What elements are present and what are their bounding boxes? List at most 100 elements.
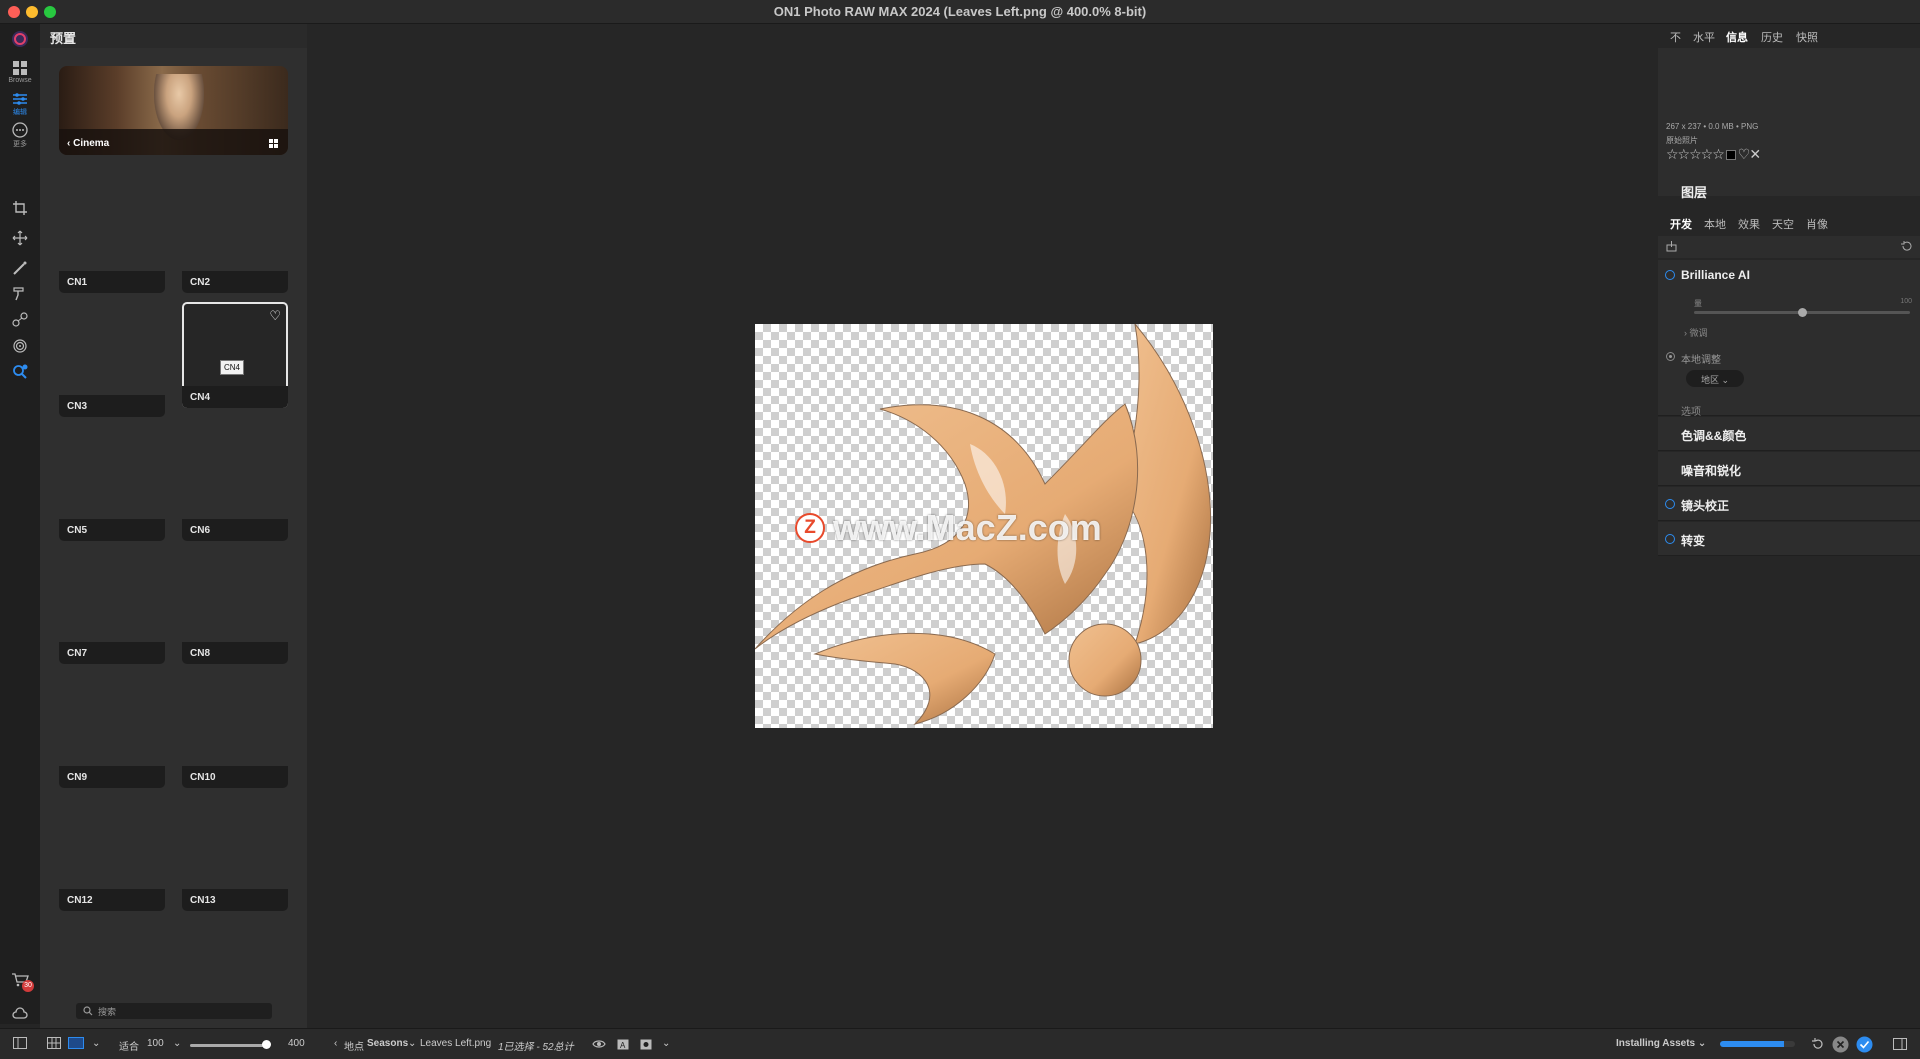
apply-icon[interactable]: [1856, 1036, 1873, 1053]
text-overlay-icon[interactable]: A: [617, 1039, 629, 1050]
local-adjust-radio[interactable]: [1666, 352, 1675, 361]
presets-panel-title: 预置: [50, 31, 77, 46]
preset-thumb[interactable]: CN1: [59, 195, 165, 293]
retouch-tool-button[interactable]: [4, 312, 36, 328]
edit-label: 编辑: [13, 109, 27, 116]
tab-levels[interactable]: 水平: [1693, 29, 1715, 45]
add-preset-icon[interactable]: [1666, 241, 1677, 252]
brilliance-ai-title[interactable]: Brilliance AI: [1681, 268, 1750, 282]
tool-rail: Browse 编辑 更多 30: [0, 24, 40, 1024]
zoom-slider[interactable]: [190, 1044, 270, 1047]
noise-sharpen-module[interactable]: 噪音和锐化: [1658, 452, 1920, 486]
tab-portrait[interactable]: 肖像: [1806, 216, 1828, 232]
tab-effects[interactable]: 效果: [1738, 216, 1760, 232]
preset-thumb[interactable]: CN9: [59, 690, 165, 788]
portrait-tool-button[interactable]: [4, 338, 36, 354]
zoom-tool-button[interactable]: [4, 364, 36, 380]
color-label-swatch[interactable]: [1725, 150, 1736, 161]
options-label[interactable]: 选项: [1681, 403, 1701, 418]
transform-tool-button[interactable]: [4, 230, 36, 246]
fit-value[interactable]: 100: [147, 1038, 164, 1049]
favorite-heart-icon[interactable]: ♡: [269, 308, 281, 324]
toggle-right-panel-icon[interactable]: [1893, 1038, 1907, 1050]
mask-view-icon[interactable]: [640, 1039, 652, 1050]
grid-view-icon[interactable]: [47, 1037, 61, 1049]
tab-info[interactable]: 信息: [1726, 29, 1748, 45]
single-view-icon[interactable]: [68, 1037, 84, 1049]
move-icon: [12, 230, 28, 246]
module-toggle-icon[interactable]: [1665, 270, 1675, 280]
category-back-button[interactable]: ‹ Cinema: [67, 138, 109, 149]
account-button[interactable]: [4, 1006, 36, 1022]
edit-module-button[interactable]: 编辑: [4, 92, 36, 117]
lens-correction-title[interactable]: 镜头校正: [1681, 497, 1729, 514]
tab-sky[interactable]: 天空: [1772, 216, 1794, 232]
layers-title[interactable]: 图层: [1681, 182, 1707, 201]
tab-navigator[interactable]: 不: [1670, 29, 1681, 45]
install-progress-fill: [1720, 1041, 1784, 1047]
preset-thumb[interactable]: CN6: [182, 443, 288, 541]
region-dropdown[interactable]: 地区 ⌄: [1686, 370, 1744, 387]
tab-history[interactable]: 历史: [1761, 29, 1783, 45]
status-bar: ⌄ 适合 100 ⌄ 400 ‹ 地点 Seasons ⌄ Leaves Lef…: [0, 1028, 1920, 1059]
preset-thumb[interactable]: CN2: [182, 195, 288, 293]
cancel-icon[interactable]: [1832, 1036, 1849, 1053]
brush-tool-button[interactable]: [4, 260, 36, 276]
grid-view-icon[interactable]: [269, 139, 278, 148]
browse-module-button[interactable]: Browse: [4, 60, 36, 84]
eye-icon[interactable]: [592, 1039, 606, 1049]
preset-thumb[interactable]: CN5: [59, 443, 165, 541]
tab-local[interactable]: 本地: [1704, 216, 1726, 232]
preset-thumb[interactable]: CN12: [59, 813, 165, 911]
info-panel: 267 x 237 • 0.0 MB • PNG 原始照片 ☆☆☆☆☆ ♡✕: [1658, 48, 1920, 196]
preview-dropdown-icon[interactable]: ⌄: [662, 1038, 670, 1049]
preset-label: CN12: [59, 889, 165, 911]
preset-thumb-selected[interactable]: ♡ CN4 CN4: [182, 302, 288, 408]
fit-dropdown-icon[interactable]: ⌄: [173, 1038, 181, 1049]
install-progress-bar: [1720, 1041, 1795, 1047]
module-toggle-icon[interactable]: [1665, 534, 1675, 544]
preset-label: CN4: [182, 386, 288, 408]
crop-tool-button[interactable]: [4, 200, 36, 216]
magnifier-icon: [13, 364, 28, 379]
amount-slider-thumb[interactable]: [1798, 308, 1807, 317]
back-icon[interactable]: ‹: [334, 1038, 337, 1049]
transform-title[interactable]: 转变: [1681, 532, 1705, 549]
heart-reject-icons[interactable]: ♡✕: [1738, 146, 1761, 162]
search-placeholder: 搜索: [98, 1007, 117, 1017]
preset-thumb[interactable]: CN13: [182, 813, 288, 911]
noise-sharpen-title[interactable]: 噪音和锐化: [1681, 462, 1741, 479]
cart-button[interactable]: 30: [4, 972, 36, 992]
star-rating-icons[interactable]: ☆☆☆☆☆: [1666, 146, 1725, 162]
zoom-value[interactable]: 400: [288, 1038, 305, 1049]
toggle-left-panel-icon[interactable]: [13, 1037, 27, 1049]
zoom-slider-thumb[interactable]: [262, 1040, 271, 1049]
fit-label[interactable]: 适合: [119, 1038, 139, 1053]
preset-thumb[interactable]: CN8: [182, 566, 288, 664]
view-mode-dropdown-icon[interactable]: ⌄: [92, 1038, 100, 1049]
folder-name[interactable]: Seasons: [367, 1038, 408, 1049]
category-cover[interactable]: ‹ Cinema: [59, 66, 288, 155]
lens-correction-module[interactable]: 镜头校正: [1658, 487, 1920, 521]
tone-color-title[interactable]: 色调&&颜色: [1681, 427, 1746, 444]
preset-thumb[interactable]: CN10: [182, 690, 288, 788]
preset-thumb[interactable]: CN7: [59, 566, 165, 664]
installing-assets-dropdown[interactable]: Installing Assets ⌄: [1616, 1038, 1706, 1049]
amount-slider[interactable]: [1694, 308, 1910, 317]
tab-snapshots[interactable]: 快照: [1796, 29, 1818, 45]
folder-dropdown-icon[interactable]: ⌄: [408, 1038, 416, 1049]
reset-icon[interactable]: [1901, 241, 1912, 252]
preset-search-input[interactable]: 搜索: [76, 1003, 272, 1019]
develop-subtabs: 开发 本地 效果 天空 肖像: [1658, 213, 1920, 233]
tone-color-module[interactable]: 色调&&颜色: [1658, 417, 1920, 451]
category-name: Cinema: [73, 138, 110, 149]
transform-module[interactable]: 转变: [1658, 522, 1920, 556]
rating-stars[interactable]: ☆☆☆☆☆ ♡✕: [1666, 146, 1761, 163]
preset-thumb[interactable]: CN3: [59, 319, 165, 417]
more-module-button[interactable]: 更多: [4, 122, 36, 149]
fine-tune-toggle[interactable]: › 微调: [1684, 326, 1708, 339]
undo-icon[interactable]: [1812, 1038, 1824, 1050]
tab-develop[interactable]: 开发: [1670, 216, 1692, 232]
module-toggle-icon[interactable]: [1665, 499, 1675, 509]
masking-brush-button[interactable]: [4, 286, 36, 302]
